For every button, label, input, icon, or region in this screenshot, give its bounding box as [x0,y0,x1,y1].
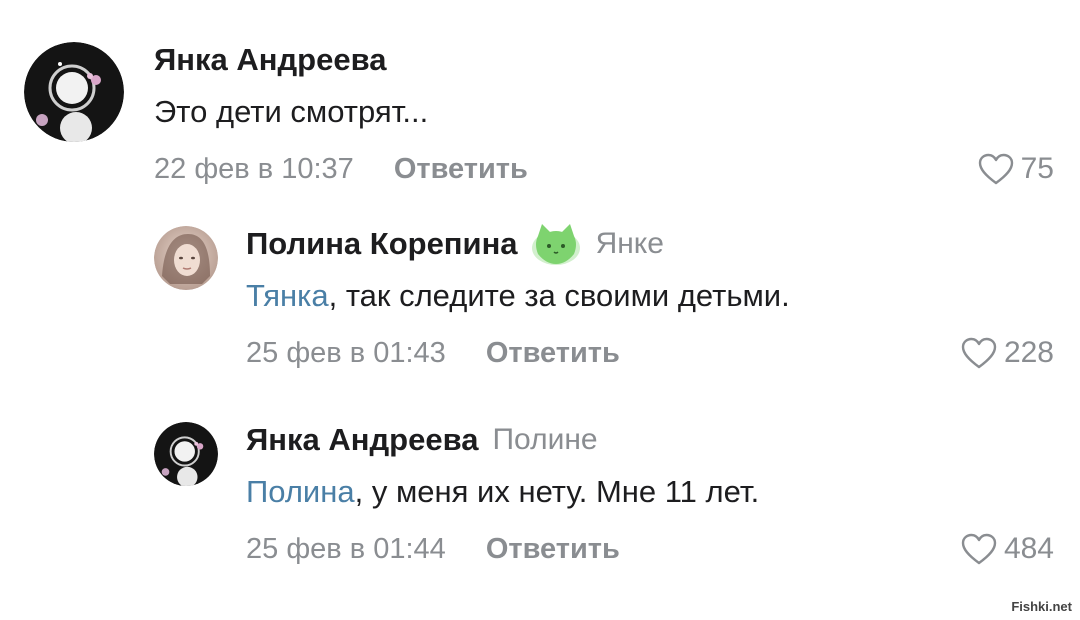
comment-text: Тянка, так следите за своими детьми. [246,278,790,313]
like-count: 75 [1020,152,1054,185]
reply-to-name[interactable]: Янке [596,227,664,261]
like-button[interactable]: 75 [977,148,1054,190]
like-count: 228 [1003,336,1054,369]
reply-button[interactable]: Ответить [486,533,620,566]
reply-button[interactable]: Ответить [394,153,528,186]
author-name[interactable]: Полина Корепина [246,226,518,262]
heart-icon [977,152,1015,186]
comment-date: 25 фев в 01:44 [246,532,446,565]
comment-text: Это дети смотрят... [154,94,429,129]
comment-meta: 22 фев в 10:37 Ответить 75 [154,148,1054,190]
author-name[interactable]: Янка Андреева [154,42,386,78]
comment-text: Полина, у меня их нету. Мне 11 лет. [246,474,760,509]
comment-date: 25 фев в 01:43 [246,336,446,369]
mention-link[interactable]: Полина [246,474,355,509]
reply-to-name[interactable]: Полине [492,423,597,457]
comments-thread: Янка Андреева Это дети смотрят... 22 фев… [0,0,1080,620]
heart-icon [960,336,998,370]
watermark: Fishki.net [1011,599,1072,614]
avatar[interactable] [24,42,124,142]
comment-meta: 25 фев в 01:43 Ответить 228 [246,332,1054,374]
like-button[interactable]: 484 [960,528,1054,570]
comment-date: 22 фев в 10:37 [154,152,354,185]
author-name[interactable]: Янка Андреева [246,422,478,458]
like-button[interactable]: 228 [960,332,1054,374]
comment-meta: 25 фев в 01:44 Ответить 484 [246,528,1054,570]
like-count: 484 [1003,532,1054,565]
cat-sticker-icon [530,222,582,266]
mention-link[interactable]: Тянка [246,278,329,313]
avatar[interactable] [154,422,218,486]
heart-icon [960,532,998,566]
avatar[interactable] [154,226,218,290]
reply-button[interactable]: Ответить [486,337,620,370]
